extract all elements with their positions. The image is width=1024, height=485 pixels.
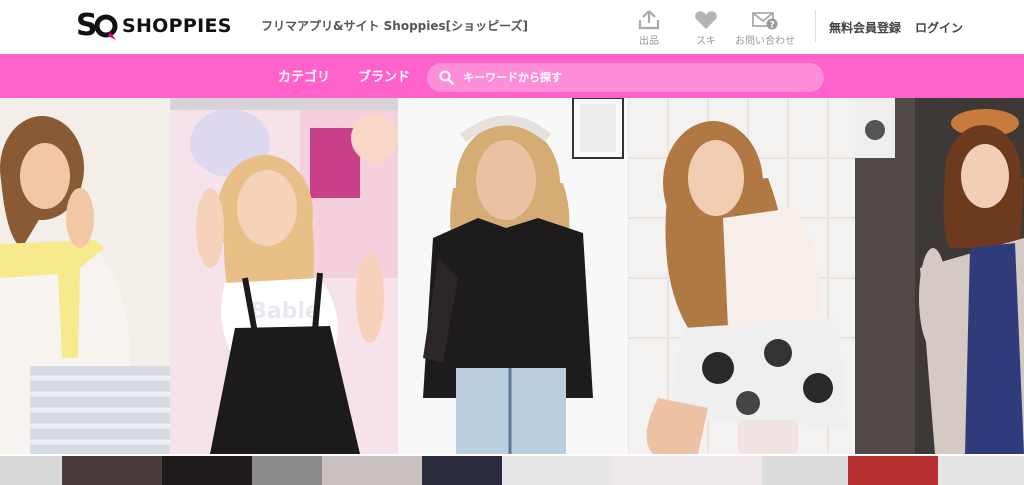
brand-menu[interactable]: ブランド bbox=[358, 66, 410, 85]
upload-icon bbox=[638, 10, 660, 30]
item-thumbnail[interactable] bbox=[762, 456, 848, 485]
likes-label: スキ bbox=[696, 36, 716, 47]
logo-mark-icon: S bbox=[76, 6, 120, 46]
site-header: S SHOPPIES フリマアプリ&サイト Shoppies[ショッピーズ] 出… bbox=[0, 0, 1024, 54]
item-thumbnail[interactable] bbox=[62, 456, 162, 485]
search-input[interactable] bbox=[463, 67, 803, 88]
item-thumbnail[interactable] bbox=[252, 456, 322, 485]
model-photo-4[interactable] bbox=[628, 98, 855, 454]
item-thumbnail[interactable] bbox=[612, 456, 762, 485]
model-photo-5[interactable] bbox=[855, 98, 1024, 454]
item-thumbnail[interactable] bbox=[322, 456, 422, 485]
category-menu[interactable]: カテゴリ bbox=[278, 66, 330, 85]
svg-text:S: S bbox=[76, 8, 98, 43]
item-thumbnail[interactable] bbox=[162, 456, 252, 485]
svg-text:Bable: Bable bbox=[250, 299, 320, 324]
item-thumbnail[interactable] bbox=[502, 456, 612, 485]
model-photo-3[interactable] bbox=[398, 98, 628, 454]
logo-text: SHOPPIES bbox=[122, 15, 232, 37]
hero-photo-strip: Bable bbox=[0, 98, 1024, 454]
login-link[interactable]: ログイン bbox=[915, 19, 963, 36]
search-box[interactable] bbox=[427, 63, 824, 92]
header-divider bbox=[815, 10, 816, 42]
site-tagline: フリマアプリ&サイト Shoppies[ショッピーズ] bbox=[261, 19, 529, 33]
model-photo-1[interactable] bbox=[0, 98, 170, 454]
item-thumbnail[interactable] bbox=[422, 456, 502, 485]
contact-button[interactable]: ? お問い合わせ bbox=[733, 10, 797, 47]
search-icon[interactable] bbox=[439, 70, 454, 85]
shoppies-logo[interactable]: S SHOPPIES bbox=[76, 6, 232, 46]
heart-icon bbox=[695, 11, 717, 29]
item-thumbnail[interactable] bbox=[848, 456, 938, 485]
svg-text:?: ? bbox=[770, 21, 775, 30]
item-thumbnail[interactable] bbox=[0, 456, 62, 485]
likes-button[interactable]: スキ bbox=[674, 10, 738, 47]
sell-label: 出品 bbox=[639, 36, 659, 47]
model-photo-2[interactable]: Bable bbox=[170, 98, 398, 454]
contact-label: お問い合わせ bbox=[735, 36, 795, 47]
register-link[interactable]: 無料会員登録 bbox=[829, 19, 901, 36]
item-thumbnail-row bbox=[0, 456, 1024, 485]
category-navbar: カテゴリ ブランド bbox=[0, 54, 1024, 98]
item-thumbnail[interactable] bbox=[938, 456, 1024, 485]
sell-button[interactable]: 出品 bbox=[617, 10, 681, 47]
mail-question-icon: ? bbox=[752, 12, 778, 30]
